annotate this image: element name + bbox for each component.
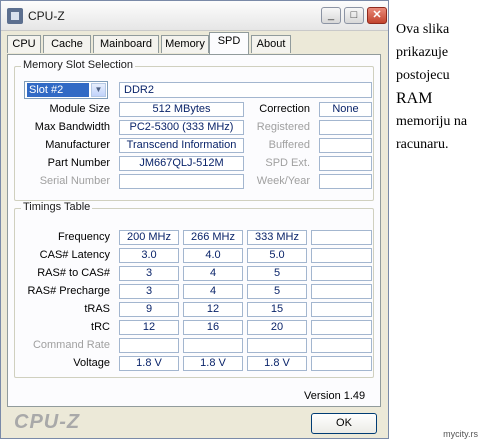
- cas-latency-jedec1: 3.0: [119, 248, 179, 263]
- cas-latency-jedec2: 4.0: [183, 248, 243, 263]
- cas-latency-jedec3: 5.0: [247, 248, 307, 263]
- memory-type-field: DDR2: [119, 82, 372, 98]
- slot-select[interactable]: Slot #2 ▼: [24, 81, 108, 99]
- week-year-label: Week/Year: [256, 175, 310, 187]
- tab-about[interactable]: About: [251, 35, 291, 53]
- trc-jedec3: 20: [247, 320, 307, 335]
- chevron-down-icon[interactable]: ▼: [91, 83, 106, 97]
- voltage-jedec4: [311, 356, 372, 371]
- side-note-line: racunaru.: [396, 137, 449, 152]
- ras-precharge-jedec4: [311, 284, 372, 299]
- side-note-line: RAM: [396, 90, 433, 107]
- ras-to-cas-label: RAS# to CAS#: [37, 267, 110, 279]
- minimize-button[interactable]: _: [321, 7, 341, 24]
- voltage-jedec1: 1.8 V: [119, 356, 179, 371]
- voltage-jedec3: 1.8 V: [247, 356, 307, 371]
- buffered-value: [319, 138, 372, 153]
- ok-button[interactable]: OK: [311, 413, 377, 434]
- max-bandwidth-label: Max Bandwidth: [34, 121, 110, 133]
- command-rate-jedec2: [183, 338, 243, 353]
- side-note-line: prikazuje: [396, 45, 449, 60]
- spd-ext-value: [319, 156, 372, 171]
- registered-label: Registered: [256, 121, 310, 133]
- spd-panel: Memory Slot Selection Slot #2 ▼ DDR2 Mod…: [7, 54, 381, 407]
- watermark: mycity.rs: [443, 429, 478, 439]
- correction-value: None: [319, 102, 372, 117]
- part-number-label: Part Number: [47, 157, 110, 169]
- voltage-jedec2: 1.8 V: [183, 356, 243, 371]
- tab-spd[interactable]: SPD: [209, 32, 249, 54]
- trc-label: tRC: [91, 321, 110, 333]
- ras-to-cas-jedec1: 3: [119, 266, 179, 281]
- cas-latency-jedec4: [311, 248, 372, 263]
- command-rate-jedec4: [311, 338, 372, 353]
- module-size-value: 512 MBytes: [119, 102, 244, 117]
- ras-to-cas-jedec3: 5: [247, 266, 307, 281]
- ras-precharge-jedec3: 5: [247, 284, 307, 299]
- side-note-line: Ova slika: [396, 22, 450, 37]
- tab-cpu[interactable]: CPU: [7, 35, 41, 53]
- timings-legend: Timings Table: [21, 201, 93, 213]
- trc-jedec4: [311, 320, 372, 335]
- close-button[interactable]: ✕: [367, 7, 387, 24]
- manufacturer-label: Manufacturer: [45, 139, 110, 151]
- cpuz-brand-logo: CPU-Z: [14, 411, 81, 433]
- ras-precharge-label: RAS# Precharge: [27, 285, 110, 297]
- slot-select-value: Slot #2: [27, 83, 89, 97]
- manufacturer-value: Transcend Information: [119, 138, 244, 153]
- command-rate-jedec1: [119, 338, 179, 353]
- ras-to-cas-jedec4: [311, 266, 372, 281]
- ras-to-cas-jedec2: 4: [183, 266, 243, 281]
- tras-jedec1: 9: [119, 302, 179, 317]
- buffered-label: Buffered: [268, 139, 310, 151]
- tras-label: tRAS: [84, 303, 110, 315]
- module-size-label: Module Size: [49, 103, 110, 115]
- spd-ext-label: SPD Ext.: [265, 157, 310, 169]
- side-note: Ova slika prikazuje postojecu RAM memori…: [396, 18, 482, 156]
- week-year-value: [319, 174, 372, 189]
- maximize-button[interactable]: □: [344, 7, 364, 24]
- trc-jedec2: 16: [183, 320, 243, 335]
- serial-number-label: Serial Number: [39, 175, 110, 187]
- tab-mainboard[interactable]: Mainboard: [93, 35, 159, 53]
- part-number-value: JM667QLJ-512M: [119, 156, 244, 171]
- frequency-jedec4: [311, 230, 372, 245]
- cpuz-app-icon: [7, 8, 23, 24]
- title-bar[interactable]: CPU-Z _ □ ✕: [1, 1, 388, 31]
- ras-precharge-jedec2: 4: [183, 284, 243, 299]
- ras-precharge-jedec1: 3: [119, 284, 179, 299]
- max-bandwidth-value: PC2-5300 (333 MHz): [119, 120, 244, 135]
- cas-latency-label: CAS# Latency: [39, 249, 110, 261]
- version-label: Version 1.49: [304, 390, 366, 402]
- tab-cache[interactable]: Cache: [43, 35, 91, 53]
- correction-label: Correction: [259, 103, 310, 115]
- frequency-label: Frequency: [58, 231, 110, 243]
- voltage-label: Voltage: [73, 357, 110, 369]
- registered-value: [319, 120, 372, 135]
- command-rate-jedec3: [247, 338, 307, 353]
- tras-jedec3: 15: [247, 302, 307, 317]
- command-rate-label: Command Rate: [32, 339, 110, 351]
- memory-slot-legend: Memory Slot Selection: [21, 59, 136, 71]
- cpuz-window: CPU-Z _ □ ✕ CPU Cache Mainboard Memory S…: [0, 0, 389, 439]
- side-note-line: memoriju na: [396, 114, 468, 129]
- frequency-jedec2: 266 MHz: [183, 230, 243, 245]
- side-note-line: postojecu: [396, 68, 450, 83]
- tras-jedec2: 12: [183, 302, 243, 317]
- serial-number-value: [119, 174, 244, 189]
- trc-jedec1: 12: [119, 320, 179, 335]
- frequency-jedec3: 333 MHz: [247, 230, 307, 245]
- window-title: CPU-Z: [28, 9, 65, 23]
- tab-memory[interactable]: Memory: [161, 35, 209, 53]
- frequency-jedec1: 200 MHz: [119, 230, 179, 245]
- tras-jedec4: [311, 302, 372, 317]
